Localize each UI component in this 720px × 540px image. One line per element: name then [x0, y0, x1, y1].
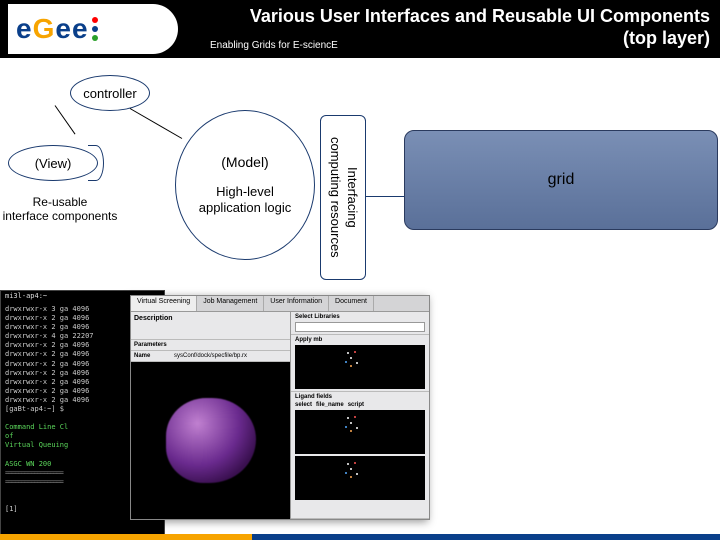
ligand-fields-section: Ligand fields select file_name script [291, 392, 429, 519]
molecule-viewer[interactable] [131, 362, 290, 519]
logo-letter: e [16, 13, 33, 44]
highlevel-label: High-level application logic [199, 184, 292, 215]
reusable-label: Re-usable interface components [0, 195, 120, 224]
embedded-screenshots: mi3l-ap4:~ drwxrwxr-x 3 ga 4096 drwxrwxr… [0, 290, 430, 540]
title-line-1: Various User Interfaces and Reusable UI … [250, 6, 710, 28]
app-right-panel: Select Libraries Apply mb Ligand fields … [291, 312, 429, 519]
connector-line [55, 105, 76, 134]
logo-dots-icon [92, 17, 98, 41]
app-left-panel: Description Parameters Name sysConf/dock… [131, 312, 291, 519]
tab-user-information[interactable]: User Information [264, 296, 329, 311]
view-node: (View) [8, 145, 98, 181]
tab-virtual-screening[interactable]: Virtual Screening [131, 296, 197, 311]
model-label: (Model) [221, 154, 268, 170]
small-molecule-view [295, 456, 425, 500]
terminal-title: mi3l-ap4:~ [5, 292, 47, 301]
description-section: Description [131, 312, 290, 340]
tab-document[interactable]: Document [329, 296, 374, 311]
logo-letter: e [55, 13, 72, 44]
apply-section: Apply mb [291, 335, 429, 392]
small-molecule-view [295, 410, 425, 454]
connector-line [366, 196, 404, 197]
parameters-header: Parameters [131, 340, 290, 351]
logo-letter: G [33, 13, 56, 44]
interfacing-box: Interfacing computing resources [320, 115, 366, 280]
ligand-header-row: select file_name script [295, 402, 425, 408]
app-tabs: Virtual Screening Job Management User In… [131, 296, 429, 312]
interfacing-text: Interfacing computing resources [326, 137, 360, 258]
logo-letter: e [72, 13, 89, 44]
connector-line [130, 108, 182, 139]
header-bar: eGee Various User Interfaces and Reusabl… [0, 0, 720, 58]
library-input[interactable] [295, 322, 425, 332]
select-libraries-section: Select Libraries [291, 312, 429, 335]
parameter-row: Name sysConf/dock/specfile/bp.rx [131, 351, 290, 362]
model-node: (Model) High-level application logic [175, 110, 315, 260]
grid-node: grid [404, 130, 718, 230]
molecule-icon [166, 398, 256, 483]
app-window: Virtual Screening Job Management User In… [130, 295, 430, 520]
tagline: Enabling Grids for E-sciencE [210, 40, 338, 51]
footer-accent-bar [0, 534, 720, 540]
controller-node: controller [70, 75, 150, 111]
egee-logo: eGee [8, 4, 178, 54]
small-molecule-view [295, 345, 425, 389]
app-body: Description Parameters Name sysConf/dock… [131, 312, 429, 519]
tab-job-management[interactable]: Job Management [197, 296, 264, 311]
